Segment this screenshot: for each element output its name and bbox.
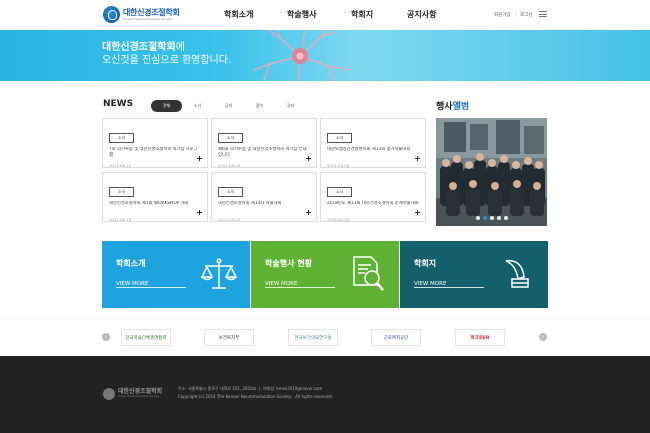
partner-logo[interactable]: 근로복지공단 bbox=[371, 329, 421, 346]
carousel-dot[interactable] bbox=[475, 216, 480, 220]
footer-copyright: Copyright (c) 2014 The Korean Neuromodul… bbox=[178, 394, 333, 400]
news-card[interactable]: 소식 대한퇴행성신경질환학회 제13회 정기학술대회 2021-09-08 + bbox=[320, 118, 426, 168]
logo-subtitle: Korean Neuromodulation Society bbox=[123, 16, 173, 21]
album-heading-b: 앨범 bbox=[452, 102, 470, 112]
view-more-underline bbox=[116, 287, 186, 288]
hero-title-rest: 에 bbox=[175, 42, 185, 53]
footer-logo-icon bbox=[103, 388, 115, 400]
hero-title-bold: 대한신경조절학회 bbox=[102, 42, 176, 53]
scales-icon bbox=[200, 258, 238, 289]
news-card[interactable]: 소식 2018년도 제13회 대한신경조절학회 춘계학술대회 2018-04-2… bbox=[320, 172, 426, 222]
album-heading-a: 행사 bbox=[436, 102, 453, 112]
plus-icon[interactable]: + bbox=[305, 209, 312, 217]
banner-about[interactable]: 학회소개 VIEW MORE bbox=[102, 241, 250, 308]
util-links: 회원가입 | 로그인 bbox=[494, 12, 533, 19]
news-card-title[interactable]: 대한신경조절학회 제14차 학술대회 bbox=[218, 201, 310, 214]
partner-logo[interactable]: 보건복지부 bbox=[204, 329, 254, 346]
carousel-dot-active[interactable] bbox=[482, 216, 487, 220]
site-footer: 대한신경조절학회 Korean Neuromodulation Society … bbox=[0, 356, 650, 433]
nav-item-events[interactable]: 학술행사 bbox=[287, 9, 316, 20]
news-card-date: 2021-09-08 bbox=[327, 163, 350, 168]
nav-item-notice[interactable]: 공지사항 bbox=[407, 9, 436, 20]
news-card-title[interactable]: 2018년도 제13회 대한신경조절학회 춘계학술대회 bbox=[327, 201, 419, 214]
album-pagination bbox=[436, 216, 547, 220]
plus-icon[interactable]: + bbox=[196, 155, 203, 163]
news-category-tag: 소식 bbox=[218, 133, 244, 143]
logo-icon bbox=[103, 6, 120, 23]
footer-email: 이메일: kmns2019@naver.com bbox=[262, 386, 323, 391]
document-search-icon bbox=[353, 256, 384, 291]
news-card-date: 2022-08-18 bbox=[218, 163, 241, 168]
news-card-date: 2018-04-26 bbox=[327, 217, 350, 222]
news-tabs: 전체 소식 공지 접수 공지 bbox=[151, 100, 306, 112]
plus-icon[interactable]: + bbox=[305, 155, 312, 163]
news-card[interactable]: 소식 제6회 의기투합 및 대한신경조절학회 워크샵 안내 입니다. 2022-… bbox=[211, 118, 317, 168]
footer-info: 주소: 서울특별시 종로구 대학로 101, 2620호 | 이메일: kmns… bbox=[178, 385, 333, 402]
news-card-title[interactable]: 7회 의기투합 및 대한신경조절학회 워크샵 프로그램 bbox=[109, 147, 201, 160]
prev-arrow-icon[interactable]: ‹ bbox=[102, 333, 110, 341]
news-heading: NEWS bbox=[103, 99, 134, 109]
footer-logo: 대한신경조절학회 Korean Neuromodulation Society bbox=[103, 388, 162, 400]
banner-journal[interactable]: 학회지 VIEW MORE bbox=[400, 241, 548, 308]
footer-logo-subtitle: Korean Neuromodulation Society bbox=[118, 395, 160, 399]
news-card-date: 2021-08-19 bbox=[109, 217, 132, 222]
neuron-icon bbox=[253, 30, 351, 81]
carousel-dot[interactable] bbox=[496, 216, 501, 220]
login-link[interactable]: 로그인 bbox=[520, 12, 532, 18]
news-card-title[interactable]: 대한신경조절학회 제1회 WORKSHOP 개최 bbox=[109, 201, 201, 214]
banner-events[interactable]: 학술행사 현황 VIEW MORE bbox=[251, 241, 399, 308]
site-header: 대한신경조절학회 Korean Neuromodulation Society … bbox=[0, 0, 650, 30]
news-category-tag: 소식 bbox=[218, 187, 244, 197]
plus-icon[interactable]: + bbox=[414, 155, 421, 163]
view-more-underline bbox=[265, 287, 335, 288]
news-card[interactable]: 소식 대한신경조절학회 제1회 WORKSHOP 개최 2021-08-19 + bbox=[102, 172, 208, 222]
util-divider: | bbox=[514, 12, 517, 18]
news-category-tag: 소식 bbox=[327, 187, 353, 197]
news-tab-notice[interactable]: 공지 bbox=[213, 100, 244, 112]
group-photo-image bbox=[436, 118, 547, 226]
view-more-underline bbox=[414, 287, 484, 288]
news-card[interactable]: 소식 대한신경조절학회 제14차 학술대회 2021-03-23 + bbox=[211, 172, 317, 222]
partner-logo[interactable]: 파크로ER bbox=[455, 329, 505, 346]
hero-subtitle: 오신것을 진심으로 환영합니다. bbox=[102, 54, 232, 66]
news-category-tag: 소식 bbox=[109, 133, 135, 143]
banner-title: 학회소개 bbox=[116, 259, 146, 268]
news-card-title[interactable]: 제6회 의기투합 및 대한신경조절학회 워크샵 안내 입니다. bbox=[218, 147, 310, 160]
banner-title: 학회지 bbox=[414, 259, 437, 268]
footer-address: 주소: 서울특별시 종로구 대학로 101, 2620호 bbox=[178, 386, 257, 391]
news-card-date: 2021-03-23 bbox=[218, 217, 241, 222]
hero-title: 대한신경조절학회에 오신것을 진심으로 환영합니다. bbox=[102, 42, 231, 67]
nav-item-about[interactable]: 학회소개 bbox=[224, 9, 253, 20]
partner-strip: ‹ 한국학술단체총연합회 보건복지부 한국보건의료연구원 근로복지공단 파크로E… bbox=[0, 318, 650, 356]
carousel-dot[interactable] bbox=[503, 216, 508, 220]
banner-title: 학술행사 현황 bbox=[265, 259, 312, 268]
quill-inkpot-icon bbox=[505, 260, 529, 288]
album-photo[interactable] bbox=[436, 118, 547, 226]
partner-logo[interactable]: 한국학술단체총연합회 bbox=[121, 329, 171, 346]
plus-icon[interactable]: + bbox=[414, 209, 421, 217]
hero-banner: 대한신경조절학회에 오신것을 진심으로 환영합니다. bbox=[0, 30, 650, 81]
news-tab-all[interactable]: 전체 bbox=[151, 100, 182, 112]
news-card[interactable]: 소식 7회 의기투합 및 대한신경조절학회 워크샵 프로그램 2023-08-1… bbox=[102, 118, 208, 168]
next-arrow-icon[interactable]: › bbox=[539, 333, 547, 341]
news-category-tag: 소식 bbox=[327, 133, 353, 143]
nav-item-journal[interactable]: 학회지 bbox=[351, 9, 373, 20]
plus-icon[interactable]: + bbox=[196, 209, 203, 217]
carousel-dot[interactable] bbox=[489, 216, 494, 220]
news-card-title[interactable]: 대한퇴행성신경질환학회 제13회 정기학술대회 bbox=[327, 147, 419, 160]
news-category-tag: 소식 bbox=[109, 187, 135, 197]
news-tab-notice-2[interactable]: 공지 bbox=[275, 100, 306, 112]
album-heading: 행사앨범 bbox=[436, 99, 469, 112]
partner-logo[interactable]: 한국보건의료연구원 bbox=[288, 329, 338, 346]
menu-icon[interactable] bbox=[539, 11, 547, 17]
signup-link[interactable]: 회원가입 bbox=[494, 12, 511, 18]
site-logo[interactable]: 대한신경조절학회 Korean Neuromodulation Society bbox=[103, 6, 180, 23]
news-list: 소식 7회 의기투합 및 대한신경조절학회 워크샵 프로그램 2023-08-1… bbox=[102, 118, 427, 222]
news-tab-apply[interactable]: 접수 bbox=[244, 100, 275, 112]
news-tab-news[interactable]: 소식 bbox=[182, 100, 213, 112]
logo-title: 대한신경조절학회 bbox=[123, 7, 180, 17]
news-card-date: 2023-08-12 bbox=[109, 163, 132, 168]
